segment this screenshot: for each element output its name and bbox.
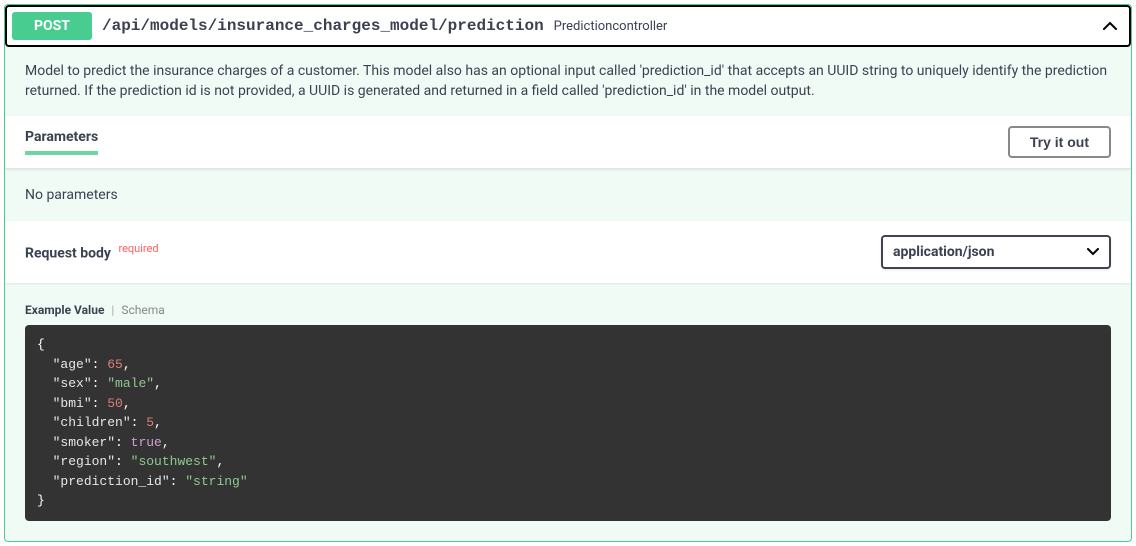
chevron-down-icon	[1087, 244, 1099, 260]
operation-description-wrapper: Model to predict the insurance charges o…	[5, 47, 1131, 116]
example-section: Example Value | Schema { "age": 65, "sex…	[5, 283, 1131, 541]
operation-block: POST /api/models/insurance_charges_model…	[4, 4, 1132, 542]
http-method-badge: POST	[12, 12, 92, 40]
required-badge: required	[118, 242, 158, 255]
parameters-body: No parameters	[5, 169, 1131, 221]
chevron-up-icon	[1100, 16, 1120, 36]
request-body-title: Request body	[25, 246, 111, 262]
content-type-select[interactable]: application/json	[881, 235, 1111, 269]
request-body-header: Request body required application/json	[5, 221, 1131, 283]
endpoint-controller: Predictioncontroller	[554, 19, 1100, 34]
try-it-out-button[interactable]: Try it out	[1008, 126, 1111, 158]
operation-description: Model to predict the insurance charges o…	[25, 62, 1111, 101]
example-tabs: Example Value | Schema	[25, 303, 1111, 317]
example-json-block: { "age": 65, "sex": "male", "bmi": 50, "…	[25, 325, 1111, 521]
operation-summary-row[interactable]: POST /api/models/insurance_charges_model…	[5, 5, 1131, 47]
parameters-header: Parameters Try it out	[5, 116, 1131, 169]
tab-schema[interactable]: Schema	[121, 303, 164, 317]
content-type-value: application/json	[893, 244, 994, 260]
parameters-title: Parameters	[25, 129, 98, 155]
endpoint-path: /api/models/insurance_charges_model/pred…	[92, 17, 554, 35]
tab-separator: |	[111, 303, 114, 317]
request-body-title-wrapper: Request body required	[25, 242, 159, 262]
no-parameters-text: No parameters	[25, 187, 118, 203]
tab-example-value[interactable]: Example Value	[25, 303, 104, 317]
